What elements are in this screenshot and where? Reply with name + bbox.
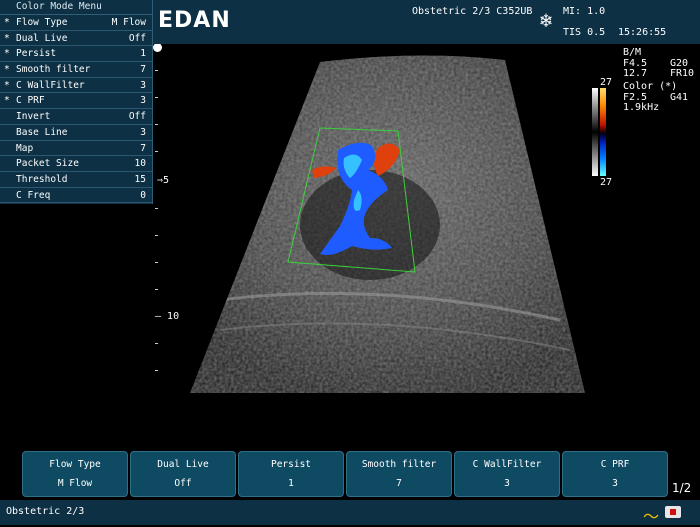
depth-tick (155, 124, 158, 125)
menu-item-flow-type[interactable]: * Flow Type M Flow (0, 15, 152, 31)
softkey-c-prf[interactable]: C PRF 3 (562, 451, 668, 497)
depth-tick (155, 370, 158, 371)
depth-tick (155, 343, 158, 344)
color-map-bar (600, 88, 606, 176)
study-info: Obstetric 2/3 C352UB (412, 6, 533, 17)
exam-label: Obstetric 2/3 (6, 506, 85, 517)
menu-item-smooth-filter[interactable]: * Smooth filter 7 (0, 62, 152, 78)
depth-tick (155, 262, 158, 263)
color-gain: G41 (670, 92, 689, 103)
depth-label-5: ⇒5 (157, 175, 170, 186)
mi-readout: MI: 1.0 (563, 6, 606, 17)
menu-item-map[interactable]: Map 7 (0, 141, 152, 157)
softkey-flow-type[interactable]: Flow Type M Flow (22, 451, 128, 497)
softkey-persist[interactable]: Persist 1 (238, 451, 344, 497)
menu-item-c-prf[interactable]: * C PRF 3 (0, 93, 152, 110)
brand-logo: EDAN (158, 8, 231, 33)
bm-label: B/M (623, 47, 642, 58)
b-frame-rate: FR10 (670, 68, 695, 79)
softkey-smooth-filter[interactable]: Smooth filter 7 (346, 451, 452, 497)
menu-title: Color Mode Menu (0, 0, 152, 15)
snowflake-icon[interactable]: ❄ (540, 10, 552, 30)
softkey-dual-live[interactable]: Dual Live Off (130, 451, 236, 497)
depth-label-10: — 10 (155, 311, 180, 322)
menu-item-dual-live[interactable]: * Dual Live Off (0, 31, 152, 47)
menu-item-invert[interactable]: Invert Off (0, 109, 152, 125)
gray-map-bar (592, 88, 598, 176)
menu-item-packet-size[interactable]: Packet Size 10 (0, 156, 152, 172)
colorbar-top-value: 27 (600, 77, 613, 88)
focus-marker (153, 43, 162, 52)
color-prf: 1.9kHz (623, 102, 660, 113)
page-indicator[interactable]: 1/2 (672, 481, 691, 495)
bottom-bar (0, 500, 700, 525)
colorbar-bottom-value: 27 (600, 177, 613, 188)
menu-item-threshold[interactable]: Threshold 15 (0, 172, 152, 188)
tis-readout: TIS 0.5 (563, 27, 606, 38)
depth-tick (155, 151, 158, 152)
depth-tick (155, 208, 158, 209)
menu-item-c-freq[interactable]: C Freq 0 (0, 188, 152, 204)
softkey-c-wallfilter[interactable]: C WallFilter 3 (454, 451, 560, 497)
color-label: Color (*) (623, 81, 678, 92)
menu-item-c-wallfilter[interactable]: * C WallFilter 3 (0, 78, 152, 94)
depth-tick (155, 235, 158, 236)
menu-item-base-line[interactable]: Base Line 3 (0, 125, 152, 141)
depth-tick (155, 70, 158, 71)
wave-icon: 〜 (643, 507, 660, 526)
menu-item-persist[interactable]: * Persist 1 (0, 46, 152, 63)
depth-tick (155, 289, 158, 290)
clock: 15:26:55 (618, 27, 667, 38)
printer-icon[interactable] (665, 506, 681, 518)
b-depth: 12.7 (623, 68, 648, 79)
depth-tick (155, 97, 158, 98)
color-mode-menu: Color Mode Menu * Flow Type M Flow * Dual L… (0, 0, 153, 204)
